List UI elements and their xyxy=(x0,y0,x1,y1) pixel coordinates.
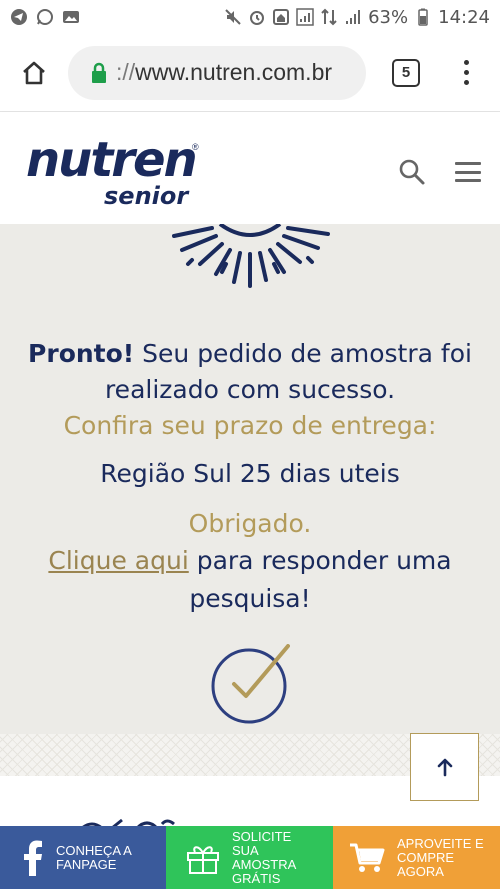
lock-icon xyxy=(92,62,106,83)
home-network-icon xyxy=(273,9,290,25)
whatsapp-icon xyxy=(37,9,53,25)
hamburger-line xyxy=(455,179,481,182)
site-header: nutren ® senior xyxy=(0,112,500,224)
url-scheme: :// xyxy=(116,59,136,85)
signal-box-icon xyxy=(296,8,314,26)
fanpage-label: CONHEÇA A FANPAGE xyxy=(56,842,132,872)
telegram-icon xyxy=(11,9,27,25)
nutren-senior-logo[interactable]: nutren ® senior xyxy=(26,132,206,212)
tab-switcher-button[interactable]: 5 xyxy=(392,58,420,87)
hamburger-line xyxy=(455,162,481,165)
cell-signal-icon xyxy=(346,10,361,24)
thank-you-text: Obrigado. xyxy=(188,509,312,538)
browser-menu-button[interactable] xyxy=(456,60,476,85)
delivery-time: Região Sul 25 dias uteis xyxy=(100,459,400,488)
buy-now-label: APROVEITE E COMPRE AGORA xyxy=(397,835,484,879)
url-host: www.nutren.com.br xyxy=(135,59,333,85)
logo-main-text: nutren xyxy=(26,132,198,188)
sample-request-button[interactable]: SOLICITE SUA AMOSTRA GRÁTIS xyxy=(166,826,333,889)
logo-registered-mark: ® xyxy=(192,142,199,152)
buy-now-button[interactable]: APROVEITE E COMPRE AGORA xyxy=(333,826,500,889)
data-4g-icon xyxy=(321,8,337,26)
battery-percent: 63% xyxy=(368,6,409,28)
battery-icon xyxy=(418,8,428,26)
facebook-icon xyxy=(24,840,42,876)
home-button[interactable] xyxy=(0,34,68,112)
home-icon xyxy=(23,61,45,84)
arrow-up-icon xyxy=(437,758,452,777)
sample-request-label: SOLICITE SUA AMOSTRA GRÁTIS xyxy=(232,828,297,886)
fanpage-button[interactable]: CONHEÇA A FANPAGE xyxy=(0,826,166,889)
confirmation-panel: Pronto! Seu pedido de amostra foi realiz… xyxy=(0,224,500,734)
menu-dot xyxy=(463,60,469,65)
alarm-icon xyxy=(250,11,265,25)
scroll-to-top-button[interactable] xyxy=(410,733,479,801)
bottom-action-bar: CONHEÇA A FANPAGE SOLICITE SUA AMOSTRA G… xyxy=(0,826,500,889)
gift-icon xyxy=(187,845,219,874)
pronto-label: Pronto! xyxy=(28,339,135,368)
menu-dot xyxy=(463,70,469,75)
survey-line-1: para responder uma xyxy=(188,546,452,575)
success-message: Pronto! Seu pedido de amostra foi realiz… xyxy=(0,336,500,408)
delivery-heading: Confira seu prazo de entrega: xyxy=(63,411,437,440)
survey-prompt: Clique aqui para responder uma pesquisa! xyxy=(0,542,500,618)
menu-dot xyxy=(463,80,469,85)
shopping-cart-icon xyxy=(350,843,385,872)
survey-line-2: pesquisa! xyxy=(189,584,311,613)
checkmark-icon xyxy=(211,644,290,724)
hamburger-line xyxy=(455,170,481,174)
hamburger-menu-icon[interactable] xyxy=(455,162,481,182)
status-bar: 63% 14:24 xyxy=(0,0,500,34)
success-line-2: realizado com sucesso. xyxy=(104,375,396,404)
gallery-icon xyxy=(63,11,79,23)
survey-link[interactable]: Clique aqui xyxy=(48,546,188,575)
address-bar[interactable]: ://www.nutren.com.br xyxy=(68,45,366,100)
sun-illustration xyxy=(172,224,330,288)
logo-sub-text: senior xyxy=(104,182,189,210)
browser-toolbar: ://www.nutren.com.br 5 xyxy=(0,34,500,112)
success-line-1: Seu pedido de amostra foi xyxy=(134,339,472,368)
clock: 14:24 xyxy=(438,6,490,28)
search-icon[interactable] xyxy=(398,158,426,186)
mute-icon xyxy=(225,9,241,25)
